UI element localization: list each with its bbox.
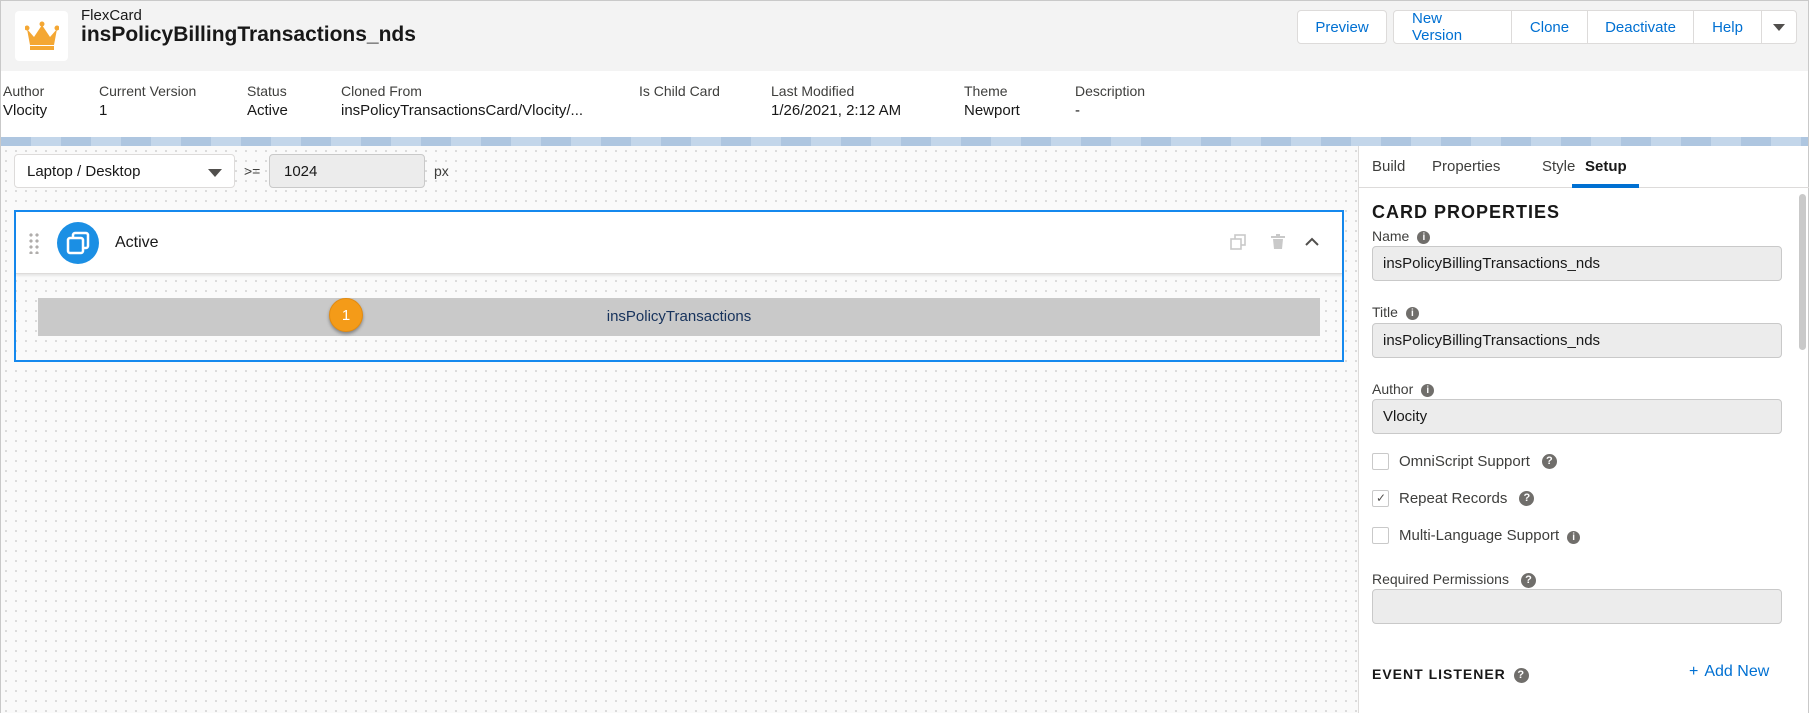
meta-version: Current Version 1 [99,83,197,119]
repeat-records-checkbox[interactable] [1372,490,1389,507]
help-icon[interactable]: ? [1541,454,1557,469]
chevron-down-icon [1773,23,1785,31]
repeat-records-row: Repeat Records ? [1372,490,1535,507]
meta-is-child-card: Is Child Card [639,83,720,99]
multi-language-support-checkbox[interactable] [1372,527,1389,544]
card-properties-title: CARD PROPERTIES [1372,202,1561,222]
add-new-event-listener-button[interactable]: + Add New [1689,663,1769,681]
author-input[interactable]: Vlocity [1372,399,1782,434]
help-icon[interactable]: ? [1513,667,1529,683]
action-button-group: New Version Clone Deactivate Help [1393,10,1797,44]
omniscript-support-row: OmniScript Support ? [1372,453,1557,470]
more-actions-button[interactable] [1762,11,1796,43]
delete-state-icon[interactable] [1270,234,1288,252]
px-unit-label: px [434,163,449,179]
card-state[interactable]: Active insPolicyTransactions [14,210,1344,362]
help-icon[interactable]: ? [1519,491,1535,506]
required-permissions-input[interactable] [1372,589,1782,624]
title-label: Title i [1372,304,1419,320]
page-header: FlexCard insPolicyBillingTransactions_nd… [1,1,1808,71]
crown-icon [15,11,68,61]
info-icon[interactable]: i [1567,531,1581,544]
clone-button[interactable]: Clone [1512,11,1588,43]
help-button[interactable]: Help [1694,11,1762,43]
deactivate-button[interactable]: Deactivate [1588,11,1694,43]
record-details: Author Vlocity Current Version 1 Status … [1,71,1808,137]
new-version-button[interactable]: New Version [1394,10,1512,44]
event-listener-title: EVENT LISTENER? [1372,666,1529,683]
meta-status: Status Active [247,83,288,119]
name-input[interactable]: insPolicyBillingTransactions_nds [1372,246,1782,281]
breakpoint-width-input[interactable]: 1024 [269,154,425,188]
meta-author: Author Vlocity [3,83,48,119]
state-name: Active [115,234,159,251]
device-select-value: Laptop / Desktop [27,163,141,180]
meta-last-modified: Last Modified 1/26/2021, 2:12 AM [771,83,902,119]
state-header: Active [16,212,1342,274]
page-title: insPolicyBillingTransactions_nds [81,23,416,46]
preview-button-group: Preview [1297,10,1387,44]
plus-icon: + [1689,663,1699,680]
state-icon [57,222,99,264]
object-type-label: FlexCard [81,7,142,24]
info-icon[interactable]: i [1405,306,1419,320]
properties-panel: Build Properties Style Setup CARD PROPER… [1358,146,1809,713]
info-icon[interactable]: i [1417,230,1431,244]
multi-language-support-row: Multi-Language Support i [1372,527,1581,544]
device-select[interactable]: Laptop / Desktop [14,154,235,188]
decorative-band [1,137,1808,146]
design-canvas: Laptop / Desktop >= 1024 px Active insPo… [1,146,1358,713]
chevron-up-icon[interactable] [1304,234,1322,252]
drag-handle-icon[interactable] [28,232,40,254]
caret-down-icon [208,169,222,177]
name-label: Name i [1372,228,1431,244]
help-icon[interactable]: ? [1520,572,1536,588]
active-tab-indicator [1572,184,1639,188]
tab-style[interactable]: Style [1542,158,1575,175]
meta-theme: Theme Newport [964,83,1020,119]
panel-tabs: Build Properties Style Setup [1359,146,1809,188]
tab-setup[interactable]: Setup [1585,158,1627,175]
child-card-badge: 1 [329,298,363,332]
preview-button[interactable]: Preview [1298,11,1386,43]
clone-state-icon[interactable] [1230,234,1248,252]
required-permissions-label: Required Permissions? [1372,571,1536,588]
omniscript-support-checkbox[interactable] [1372,453,1389,470]
gte-label: >= [244,163,261,179]
author-label: Author i [1372,381,1435,397]
meta-cloned-from: Cloned From insPolicyTransactionsCard/Vl… [341,83,584,119]
tab-build[interactable]: Build [1372,158,1405,175]
child-card-block[interactable]: insPolicyTransactions [38,298,1320,336]
meta-description: Description - [1075,83,1146,119]
panel-scrollbar[interactable] [1799,194,1806,350]
info-icon[interactable]: i [1421,383,1435,397]
tab-properties[interactable]: Properties [1432,158,1500,175]
title-input[interactable]: insPolicyBillingTransactions_nds [1372,323,1782,358]
